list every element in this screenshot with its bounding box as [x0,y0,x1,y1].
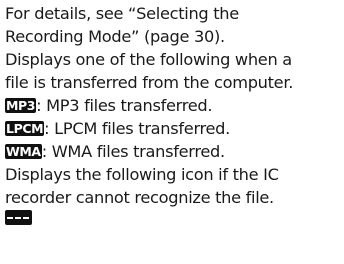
manual-page: For details, see “Selecting the Recordin… [0,0,344,264]
format-item-mp3: MP3: MP3 files transferred. [5,95,213,117]
format-item-text: : MP3 files transferred. [36,96,213,115]
format-item-text: : LPCM files transferred. [44,119,230,138]
format-item-wma: WMA: WMA files transferred. [5,141,225,163]
transfer-description-line-2: file is transferred from the computer. [5,73,294,92]
details-reference-line-2: Recording Mode” (page 30). [5,27,225,46]
details-reference-line-1: For details, see “Selecting the [5,4,239,23]
unrecognized-description-line-1: Displays the following icon if the IC [5,165,279,184]
unrecognized-description-line-2: recorder cannot recognize the file. [5,188,274,207]
lpcm-badge-icon: LPCM [5,121,45,136]
format-item-lpcm: LPCM: LPCM files transferred. [5,118,230,140]
format-item-text: : WMA files transferred. [41,142,225,161]
mp3-badge-icon: MP3 [5,98,37,113]
unrecognized-file-icon [5,210,32,225]
unrecognized-icon-row [5,210,32,232]
transfer-description-line-1: Displays one of the following when a [5,50,292,69]
wma-badge-icon: WMA [5,144,42,159]
